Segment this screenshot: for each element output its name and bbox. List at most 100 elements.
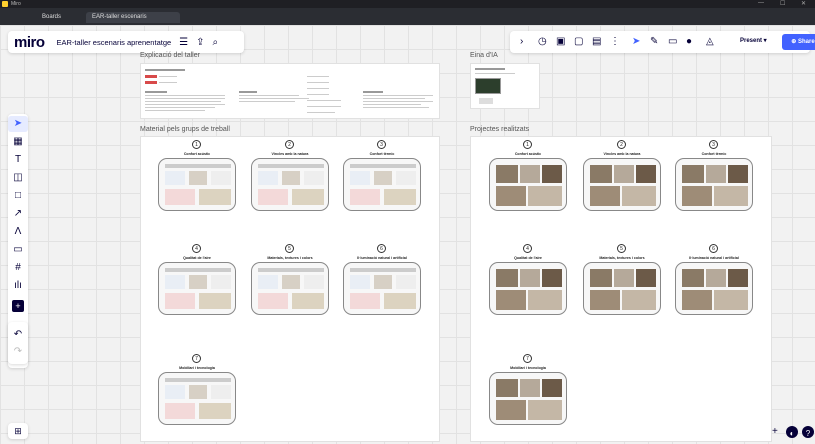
collaboration-toolbar: › ◷ ▣ ▢ ▤ ⋮ ➤ ✎ ▭ ● ◬ Present ▾ ⊕ Share [510,31,815,53]
reactions-icon[interactable]: ✎ [650,36,658,48]
material-card-thumbnail [165,385,185,399]
comment-icon[interactable]: ▭ [668,36,677,48]
project-group-card[interactable] [583,262,661,315]
project-group-number: 6 [709,244,718,253]
present-button[interactable]: Present ▾ [740,37,767,44]
material-card-thumbnail [165,378,231,382]
project-group-card[interactable] [675,158,753,211]
material-card-thumbnail [165,293,195,309]
undo-icon[interactable]: ↶ [8,327,28,343]
project-card-thumbnail [496,165,518,183]
cursor-icon[interactable]: ➤ [632,36,640,48]
material-card-thumbnail [199,293,231,309]
comment-tool-icon[interactable]: ▭ [8,242,28,258]
connector-tool-icon[interactable]: ↗ [8,206,28,222]
project-card-thumbnail [590,269,612,287]
tab-board-ear[interactable]: EAR-taller escenaris apre...× [86,12,180,31]
material-card-thumbnail [282,171,300,185]
close-window-icon[interactable]: ✕ [801,0,806,7]
material-group-number: 2 [285,140,294,149]
material-group-number: 3 [377,140,386,149]
maximize-icon[interactable]: ☐ [780,0,785,7]
frames-icon[interactable]: ▣ [556,36,565,48]
shape-tool-icon[interactable]: □ [8,188,28,204]
project-card-thumbnail [520,269,540,287]
chart-tool-icon[interactable]: ılı [8,278,28,294]
frame-tool-icon[interactable]: # [8,260,28,276]
minimize-icon[interactable]: — [758,0,764,6]
material-group-title: Mobiliari i tecnologia [179,366,215,370]
material-card-thumbnail [384,293,416,309]
project-group-number: 1 [523,140,532,149]
material-card-thumbnail [350,275,370,289]
share-button[interactable]: ⊕ Share [782,34,815,50]
project-card-thumbnail [706,165,726,183]
zoom-in-button[interactable]: + [772,424,778,440]
project-group-card[interactable] [489,158,567,211]
menu-icon[interactable]: ☰ [179,37,188,48]
add-apps-icon[interactable]: + [12,300,24,312]
timer-icon[interactable]: ◷ [538,36,547,48]
material-group-number: 7 [192,354,201,363]
project-card-thumbnail [496,269,518,287]
redo-icon[interactable]: ↷ [8,344,28,360]
fit-screen-icon[interactable]: ◐ [786,426,798,438]
frame-explicacio[interactable] [140,63,440,119]
project-card-thumbnail [496,290,526,310]
notification-icon[interactable]: ◬ [706,36,714,48]
tab-boards[interactable]: Boards [36,12,67,23]
sticky-note-tool-icon[interactable]: ◫ [8,170,28,186]
project-group-card[interactable] [489,372,567,425]
material-card-thumbnail [350,171,370,185]
material-card-thumbnail [350,293,380,309]
project-card-thumbnail [728,269,748,287]
notes-icon[interactable]: ▤ [592,36,601,48]
material-card-thumbnail [258,268,324,272]
project-card-thumbnail [496,379,518,397]
material-group-title: Il·luminació natural i artificial [357,256,407,260]
project-card-thumbnail [636,269,656,287]
presentation-icon[interactable]: ▢ [574,36,583,48]
os-title-bar: Miro — ☐ ✕ [0,0,815,8]
search-icon[interactable]: ⌕ [213,37,219,48]
project-card-thumbnail [590,186,620,206]
project-group-title: Confort tèrmic [701,152,727,156]
text-tool-icon[interactable]: T [8,152,28,168]
chevron-right-icon[interactable]: › [520,36,523,48]
material-card-thumbnail [165,268,231,272]
pen-tool-icon[interactable]: Λ [8,224,28,240]
material-group-card[interactable] [251,262,329,315]
upload-icon[interactable]: ⇪ [196,37,204,48]
project-group-card[interactable] [489,262,567,315]
templates-tool-icon[interactable]: ▦ [8,134,28,150]
more-icon[interactable]: ⋮ [610,36,620,48]
project-group-title: Qualitat de l'aire [514,256,542,260]
material-card-thumbnail [211,171,231,185]
project-card-thumbnail [542,379,562,397]
help-icon[interactable]: ? [802,426,814,438]
material-group-title: Materials, textures i colors [267,256,313,260]
material-group-card[interactable] [251,158,329,211]
material-group-card[interactable] [158,158,236,211]
miro-logo[interactable]: miro [14,34,45,51]
user-avatar-icon[interactable]: ● [686,36,692,48]
frame-label-material: Material pels grups de treball [140,126,230,133]
minimap-icon[interactable]: ⊞ [8,423,28,439]
material-group-card[interactable] [343,262,421,315]
material-card-thumbnail [350,164,416,168]
project-card-thumbnail [728,165,748,183]
material-group-card[interactable] [343,158,421,211]
select-tool-icon[interactable]: ➤ [8,116,28,132]
project-group-card[interactable] [675,262,753,315]
project-card-thumbnail [636,165,656,183]
material-group-number: 4 [192,244,201,253]
board-title[interactable]: EAR-taller escenaris aprenentatge [57,38,172,47]
material-group-card[interactable] [158,262,236,315]
project-group-title: Materials, textures i colors [599,256,645,260]
frame-eina-ia[interactable] [470,63,540,109]
project-group-card[interactable] [583,158,661,211]
project-group-number: 3 [709,140,718,149]
material-group-card[interactable] [158,372,236,425]
project-group-title: Vincles amb la natura [603,152,641,156]
board-header: miro EAR-taller escenaris aprenentatge ☰… [8,31,244,53]
